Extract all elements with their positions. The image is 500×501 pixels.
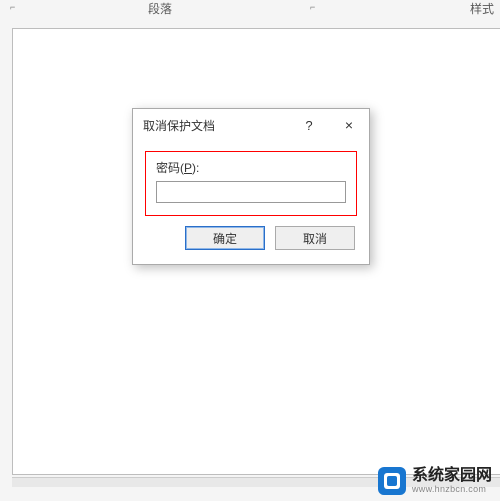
- dialog-launcher-icon[interactable]: ⌐: [310, 2, 320, 12]
- watermark-url: www.hnzbcn.com: [412, 485, 492, 495]
- dialog-titlebar[interactable]: 取消保护文档 ? ×: [133, 109, 369, 141]
- dialog-launcher-icon[interactable]: ⌐: [10, 2, 20, 12]
- close-button[interactable]: ×: [329, 109, 369, 141]
- password-section-highlight: 密码(P):: [145, 151, 357, 216]
- dialog-title: 取消保护文档: [143, 117, 215, 134]
- cancel-button[interactable]: 取消: [275, 226, 355, 250]
- unprotect-document-dialog: 取消保护文档 ? × 密码(P): 确定 取消: [132, 108, 370, 265]
- watermark-logo-icon: [378, 467, 406, 495]
- ribbon-bar: ⌐ 段落 ⌐ 样式: [0, 0, 500, 18]
- site-watermark: 系统家园网 www.hnzbcn.com: [378, 467, 492, 495]
- watermark-text: 系统家园网 www.hnzbcn.com: [412, 467, 492, 494]
- dialog-body: 密码(P): 确定 取消: [133, 141, 369, 264]
- dialog-button-row: 确定 取消: [145, 226, 357, 252]
- ok-button[interactable]: 确定: [185, 226, 265, 250]
- ribbon-group-paragraph: 段落: [148, 0, 172, 17]
- password-label: 密码(P):: [156, 159, 346, 176]
- ribbon-group-styles: 样式: [470, 0, 494, 17]
- help-button[interactable]: ?: [289, 109, 329, 141]
- watermark-title: 系统家园网: [412, 467, 492, 485]
- password-input[interactable]: [156, 181, 346, 203]
- titlebar-controls: ? ×: [289, 109, 369, 141]
